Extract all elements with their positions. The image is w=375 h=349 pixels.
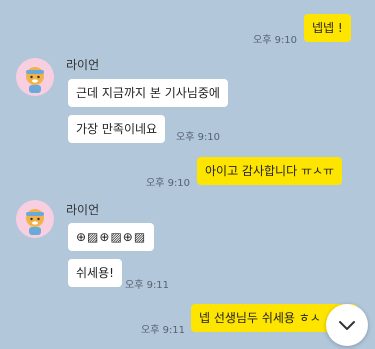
ryan-character-icon [26, 209, 44, 235]
other-message-bubble[interactable]: 근데 지금까지 본 기사님중에 [68, 79, 228, 107]
other-message-bubble[interactable]: 쉬세용! [68, 259, 122, 287]
scroll-to-bottom-button[interactable] [326, 304, 368, 346]
sender-name: 라이언 [66, 203, 100, 217]
message-time: 오후 9:10 [253, 35, 298, 46]
message-time: 오후 9:10 [176, 132, 221, 143]
sender-name: 라이언 [66, 58, 100, 72]
my-message-bubble[interactable]: 아이고 감사합니다 ㅠㅅㅠ [197, 157, 343, 185]
message-time: 오후 9:11 [125, 280, 170, 291]
avatar[interactable] [16, 58, 54, 96]
avatar[interactable] [16, 200, 54, 238]
my-message-bubble[interactable]: 넵넵 ! [304, 14, 351, 42]
chevron-down-icon [339, 321, 355, 330]
ryan-character-icon [26, 67, 44, 93]
message-time: 오후 9:11 [141, 325, 186, 336]
other-message-bubble[interactable]: 가장 만족이네요 [68, 115, 166, 143]
message-time: 오후 9:10 [146, 178, 191, 189]
other-message-bubble[interactable]: ⊕▨⊕▨⊕▨ [68, 223, 155, 251]
